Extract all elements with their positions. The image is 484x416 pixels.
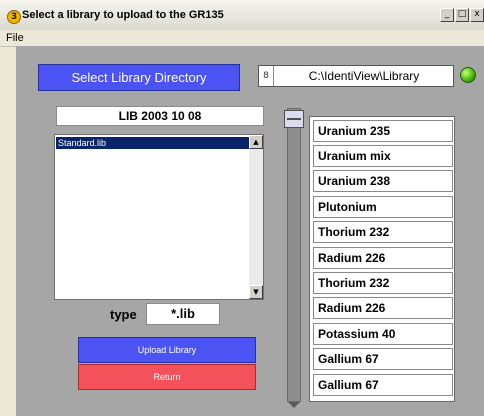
type-label: type — [110, 307, 137, 322]
upload-library-button[interactable]: Upload Library — [78, 337, 256, 363]
isotope-item[interactable]: Thorium 232 — [313, 221, 453, 243]
isotope-item[interactable]: Gallium 67 — [313, 348, 453, 370]
app-icon: 3 — [7, 10, 21, 24]
file-list-scrollbar[interactable]: ▲ ▼ — [249, 135, 263, 299]
return-button[interactable]: Return — [78, 364, 256, 390]
isotope-item[interactable]: Uranium mix — [313, 145, 453, 167]
isotope-slider-thumb[interactable] — [284, 110, 304, 128]
scroll-up-icon[interactable]: ▲ — [249, 135, 263, 149]
title-bar: 3 Select a library to upload to the GR13… — [0, 0, 484, 30]
type-filter-input[interactable]: *.lib — [146, 303, 220, 325]
isotope-item[interactable]: Radium 226 — [313, 247, 453, 269]
status-led-icon — [460, 67, 476, 83]
menu-bar: File — [0, 30, 484, 47]
isotope-item[interactable]: Gallium 67 — [313, 374, 453, 396]
close-button[interactable]: x — [470, 8, 484, 22]
file-list-item[interactable]: Standard.lib — [56, 137, 250, 149]
directory-path-field[interactable]: 8 C:\IdentiView\Library — [258, 65, 454, 87]
window-controls: _ □ x — [440, 8, 484, 22]
library-name-display: LIB 2003 10 08 — [56, 106, 264, 126]
isotope-item[interactable]: Uranium 238 — [313, 170, 453, 192]
isotope-item[interactable]: Plutonium — [313, 196, 453, 218]
app-window: 3 Select a library to upload to the GR13… — [0, 0, 484, 416]
library-file-list[interactable]: Standard.lib ▲ ▼ — [54, 134, 264, 300]
isotope-item[interactable]: Radium 226 — [313, 297, 453, 319]
isotope-item[interactable]: Uranium 235 — [313, 120, 453, 142]
slider-end-arrow-icon — [288, 402, 300, 408]
menu-file[interactable]: File — [6, 32, 24, 44]
maximize-button[interactable]: □ — [455, 8, 469, 22]
isotope-item[interactable]: Potassium 40 — [313, 323, 453, 345]
minimize-button[interactable]: _ — [440, 8, 454, 22]
directory-path-value: C:\IdentiView\Library — [308, 69, 420, 83]
isotope-slider-track[interactable] — [287, 108, 301, 402]
path-indicator-icon: 8 — [259, 66, 274, 86]
select-library-directory-button[interactable]: Select Library Directory — [38, 64, 240, 91]
window-title: Select a library to upload to the GR135 — [22, 9, 224, 21]
scroll-down-icon[interactable]: ▼ — [249, 285, 263, 299]
isotope-item[interactable]: Thorium 232 — [313, 272, 453, 294]
